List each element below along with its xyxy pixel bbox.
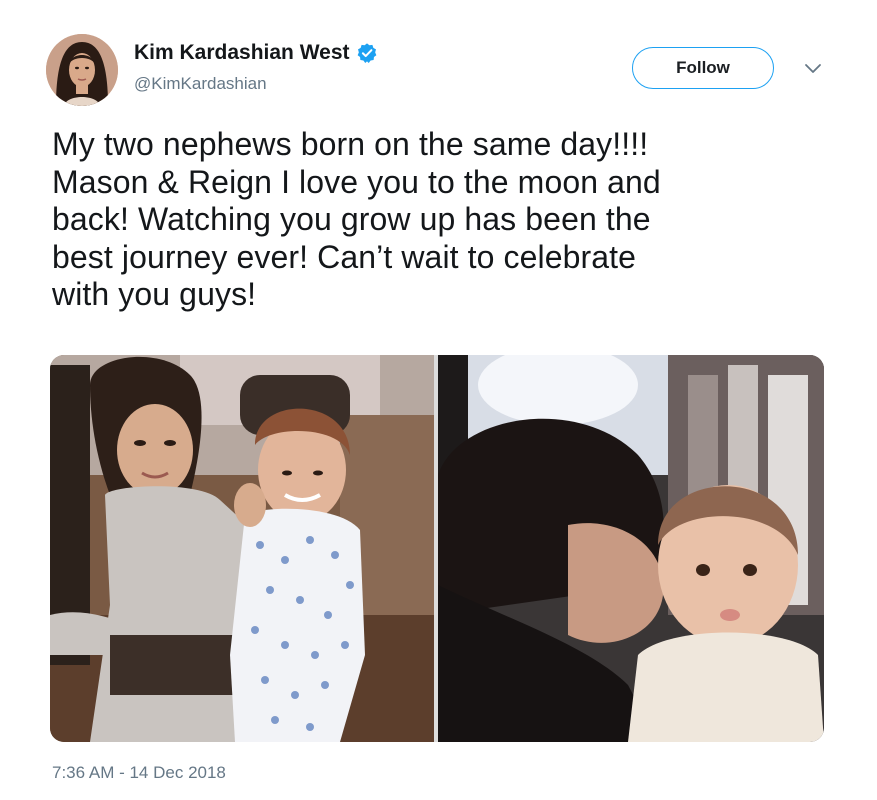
tweet-card: Kim Kardashian West @KimKardashian Follo…	[0, 0, 877, 800]
author-info: Kim Kardashian West @KimKardashian	[134, 38, 378, 94]
photo-left[interactable]	[50, 355, 434, 742]
display-name[interactable]: Kim Kardashian West	[134, 41, 350, 65]
avatar-image	[46, 34, 118, 106]
avatar[interactable]	[46, 34, 118, 106]
media-grid	[50, 355, 824, 742]
tweet-text-line: Mason & Reign I love you to the moon and	[52, 163, 661, 200]
name-row: Kim Kardashian West	[134, 38, 378, 68]
tweet-text-line: My two nephews born on the same day!!!!	[52, 126, 649, 162]
follow-button[interactable]: Follow	[632, 47, 774, 89]
timestamp[interactable]: 7:36 AM - 14 Dec 2018	[52, 763, 226, 783]
photo-right[interactable]	[438, 355, 824, 742]
verified-badge-icon	[356, 42, 378, 64]
chevron-down-icon[interactable]	[803, 62, 823, 76]
tweet-text-line: back! Watching you grow up has been the	[52, 201, 651, 237]
tweet-text: My two nephews born on the same day!!!! …	[52, 126, 842, 314]
handle[interactable]: @KimKardashian	[134, 74, 378, 94]
tweet-text-line: with you guys!	[52, 276, 257, 312]
tweet-text-line: best journey ever! Can’t wait to celebra…	[52, 238, 637, 275]
